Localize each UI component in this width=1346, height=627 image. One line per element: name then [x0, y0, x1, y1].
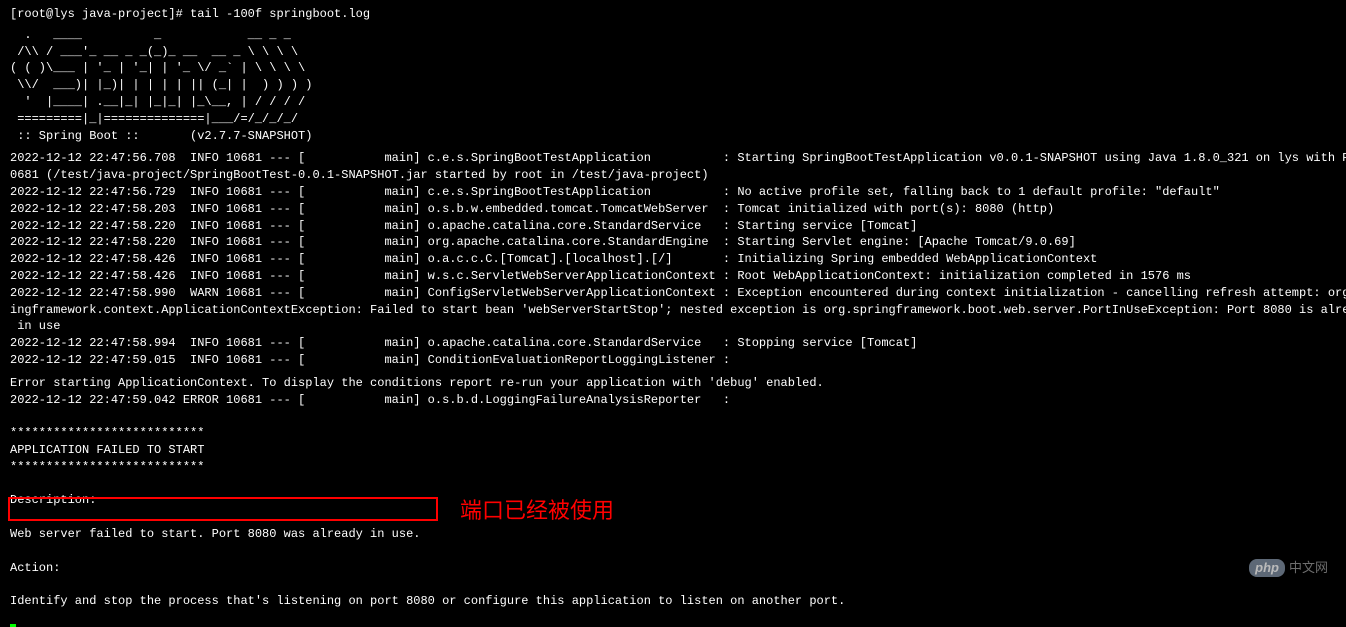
error-output: Error starting ApplicationContext. To di…: [10, 375, 1336, 610]
watermark-text: 中文网: [1289, 559, 1328, 577]
shell-prompt: [root@lys java-project]# tail -100f spri…: [10, 6, 1336, 23]
watermark-logo: php: [1249, 559, 1285, 577]
log-output: 2022-12-12 22:47:56.708 INFO 10681 --- […: [10, 150, 1336, 368]
annotation-label: 端口已经被使用: [460, 496, 614, 527]
terminal-cursor: [10, 610, 1336, 627]
spring-boot-banner: . ____ _ __ _ _ /\\ / ___'_ __ _ _(_)_ _…: [10, 27, 1336, 145]
watermark: php 中文网: [1249, 559, 1328, 577]
